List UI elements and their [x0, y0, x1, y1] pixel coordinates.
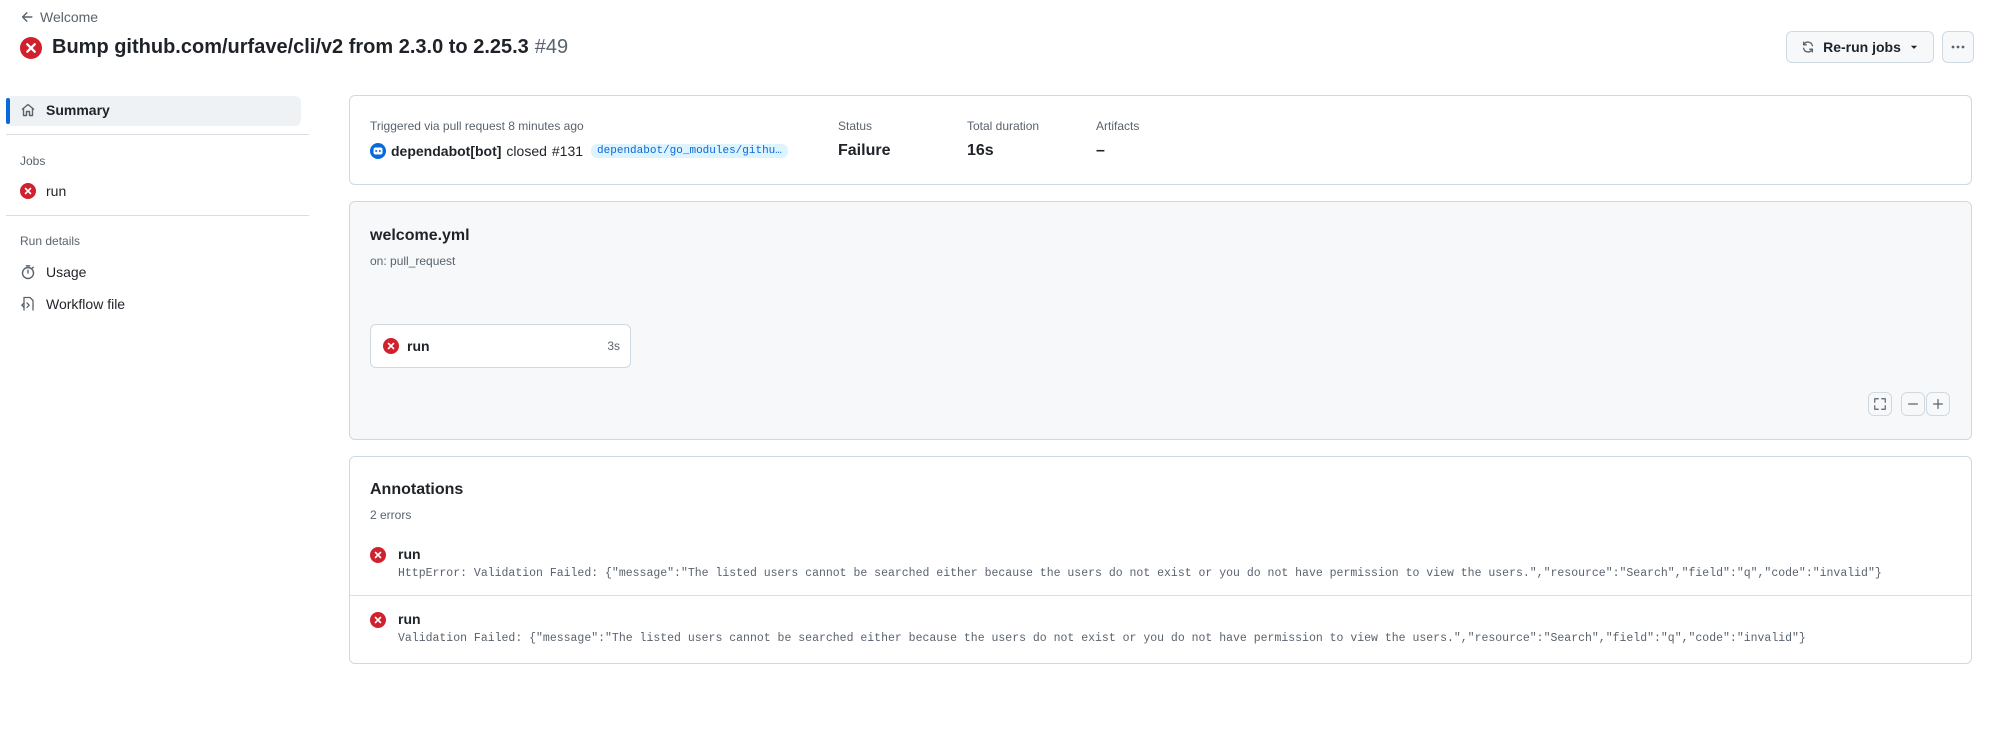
workflow-trigger: on: pull_request [370, 254, 456, 268]
job-card-duration: 3s [607, 339, 620, 353]
job-card-run[interactable]: run 3s [370, 324, 631, 368]
annotations-count: 2 errors [370, 508, 412, 522]
jobs-heading: Jobs [20, 154, 46, 168]
sidebar-item-workflow-file[interactable]: Workflow file [20, 296, 125, 312]
trigger-text: Triggered via pull request 8 minutes ago [370, 119, 584, 133]
stopwatch-icon [21, 265, 35, 280]
actor-action: closed [506, 143, 547, 159]
sidebar-item-job-run[interactable]: run [20, 183, 66, 199]
duration-label: Total duration [967, 119, 1040, 133]
back-link[interactable]: Welcome [20, 9, 98, 25]
annotations-panel: Annotations 2 errors run HttpError: Vali… [349, 456, 1972, 664]
copilot-bot-icon [370, 143, 386, 159]
sidebar-item-usage[interactable]: Usage [20, 264, 86, 280]
plus-icon [1933, 399, 1943, 409]
status-label: Status [838, 119, 873, 133]
run-details-heading: Run details [20, 234, 81, 248]
kebab-horizontal-icon [1951, 45, 1965, 49]
zoom-out-button[interactable] [1901, 392, 1925, 416]
annotation-message: HttpError: Validation Failed: {"message"… [398, 567, 1882, 580]
annotations-title: Annotations [370, 481, 464, 498]
more-options-button[interactable] [1942, 31, 1974, 63]
sidebar-item-summary[interactable]: Summary [20, 102, 110, 118]
actor-name[interactable]: dependabot[bot] [391, 143, 501, 159]
sidebar-divider [6, 215, 309, 216]
sidebar-item-summary-label: Summary [46, 102, 110, 118]
failure-icon [370, 612, 386, 628]
artifacts-label: Artifacts [1096, 119, 1140, 133]
duration-value: 16s [967, 142, 994, 159]
page-title-text: Bump github.com/urfave/cli/v2 from 2.3.0… [52, 36, 529, 58]
annotation-job-name[interactable]: run [398, 611, 421, 627]
pr-link[interactable]: #131 [552, 143, 583, 159]
branch-label[interactable]: dependabot/go_modules/githu… [591, 144, 788, 158]
caret-down-icon [1910, 45, 1918, 49]
rerun-jobs-label: Re-run jobs [1823, 39, 1901, 55]
back-link-label: Welcome [40, 9, 99, 25]
failure-icon [20, 183, 36, 199]
job-card-name: run [407, 338, 430, 354]
page-title: Bump github.com/urfave/cli/v2 from 2.3.0… [52, 36, 568, 59]
status-value: Failure [838, 142, 891, 159]
workflow-file-name: welcome.yml [370, 227, 470, 244]
sync-icon [1803, 41, 1814, 53]
home-icon [21, 103, 35, 117]
annotation-divider [350, 595, 1971, 596]
run-number: #49 [534, 36, 569, 58]
screen-full-icon [1874, 398, 1886, 410]
failure-icon [20, 36, 42, 59]
sidebar-active-indicator [6, 98, 10, 124]
trigger-actor: dependabot[bot] closed #131 dependabot/g… [370, 143, 788, 159]
zoom-in-button[interactable] [1926, 392, 1950, 416]
arrow-left-icon [21, 12, 33, 22]
page-title-row: Bump github.com/urfave/cli/v2 from 2.3.0… [20, 36, 568, 59]
workflow-graph-panel: welcome.yml on: pull_request run 3s [349, 201, 1972, 440]
file-code-icon [21, 296, 34, 311]
annotation-job-name[interactable]: run [398, 546, 421, 562]
sidebar-item-job-label: run [46, 183, 67, 199]
artifacts-value: – [1096, 142, 1105, 159]
fullscreen-button[interactable] [1868, 392, 1892, 416]
annotation-message: Validation Failed: {"message":"The liste… [398, 632, 1806, 645]
rerun-jobs-button[interactable]: Re-run jobs [1786, 31, 1934, 63]
sidebar-divider [6, 134, 309, 135]
failure-icon [370, 547, 386, 563]
failure-icon [383, 338, 399, 354]
sidebar-item-workflow-file-label: Workflow file [46, 296, 126, 312]
minus-icon [1908, 403, 1918, 405]
run-summary-panel: Triggered via pull request 8 minutes ago… [349, 95, 1972, 185]
sidebar-item-usage-label: Usage [46, 264, 87, 280]
